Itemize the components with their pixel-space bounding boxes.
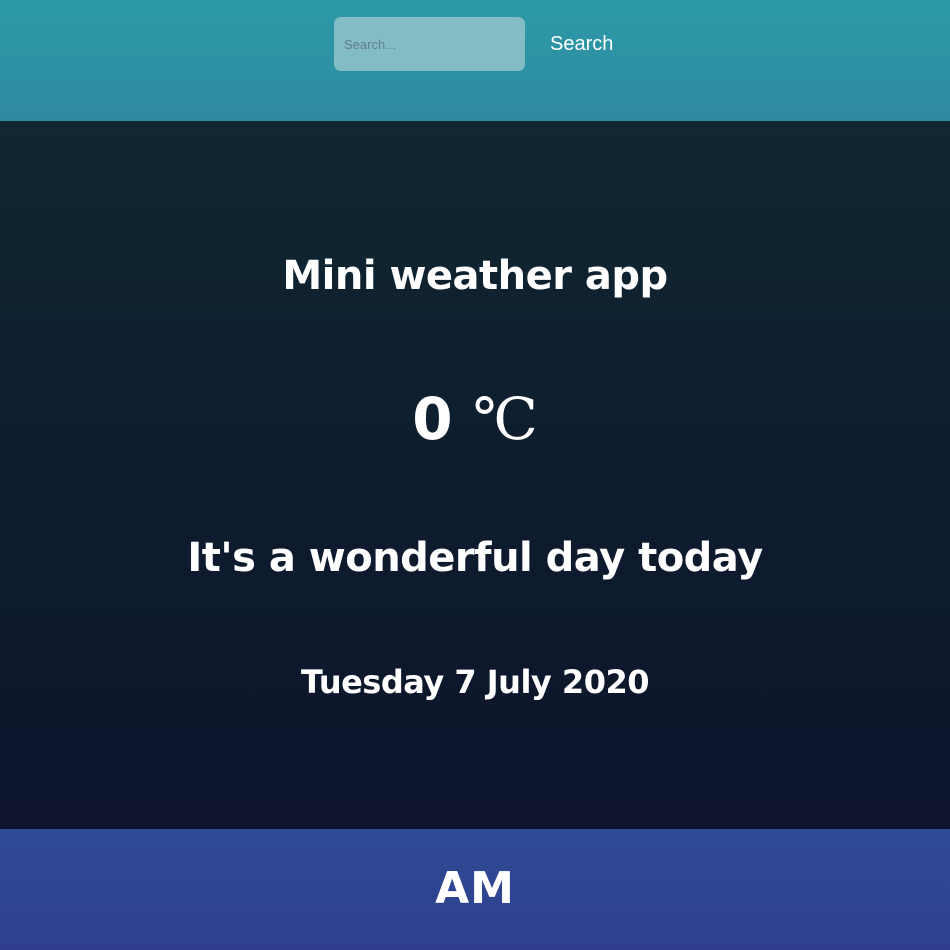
- footer-logo: AM: [435, 863, 515, 914]
- weather-description: It's a wonderful day today: [187, 535, 763, 581]
- current-date: Tuesday 7 July 2020: [301, 663, 649, 701]
- temperature-unit: ℃: [472, 385, 538, 453]
- search-input[interactable]: [334, 17, 525, 71]
- page-title: Mini weather app: [282, 253, 668, 299]
- weather-display: Mini weather app 0 ℃ It's a wonderful da…: [0, 121, 950, 829]
- search-button[interactable]: Search: [536, 25, 627, 63]
- temperature-value: 0: [412, 385, 453, 453]
- footer: AM: [0, 829, 950, 950]
- top-search-bar: Search: [0, 0, 950, 121]
- temperature-readout: 0 ℃: [0, 379, 950, 459]
- weather-app-page: Search Mini weather app 0 ℃ It's a wonde…: [0, 0, 950, 950]
